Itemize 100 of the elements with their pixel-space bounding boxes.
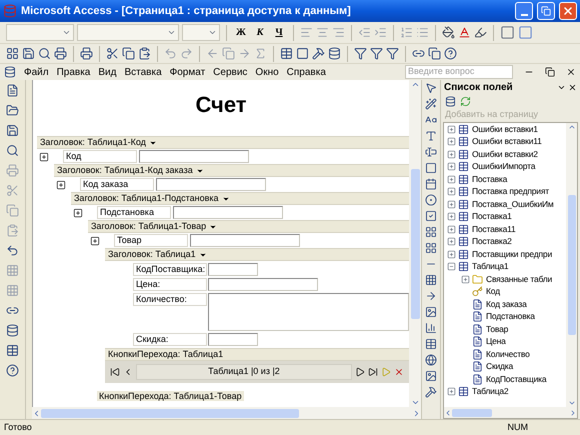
- tree-item[interactable]: Поставка1: [472, 210, 512, 224]
- input-field[interactable]: [208, 333, 258, 346]
- tree-item[interactable]: ОшибкиИмпорта: [472, 160, 536, 174]
- format-button[interactable]: Ж: [233, 24, 249, 40]
- search-icon[interactable]: [38, 47, 51, 60]
- input-field[interactable]: [156, 178, 266, 191]
- paste-icon[interactable]: [138, 47, 151, 60]
- format-button[interactable]: К: [252, 24, 268, 40]
- expand-icon[interactable]: [73, 208, 83, 218]
- filter-icon[interactable]: [370, 47, 383, 60]
- print-icon[interactable]: [54, 47, 67, 60]
- letter-icon[interactable]: [425, 130, 437, 142]
- tree-item[interactable]: Товар: [486, 322, 508, 336]
- last-record-icon[interactable]: [368, 367, 378, 377]
- input-field[interactable]: [208, 278, 318, 291]
- scroll-right-icon[interactable]: [412, 408, 421, 418]
- menu-item[interactable]: Справка: [286, 64, 326, 80]
- input-field[interactable]: [190, 234, 300, 247]
- expand-icon[interactable]: [90, 236, 100, 246]
- restore-button[interactable]: [537, 2, 555, 20]
- tree-item[interactable]: Поставка: [472, 172, 508, 186]
- spreadsheet-icon[interactable]: [425, 338, 437, 350]
- font-color-icon[interactable]: [458, 26, 471, 39]
- delete-record-icon[interactable]: [394, 367, 404, 377]
- pointer-icon[interactable]: [425, 82, 437, 94]
- tree-item[interactable]: Таблица2: [472, 385, 508, 398]
- tree-item[interactable]: Таблица1: [472, 260, 508, 274]
- tree-item[interactable]: Связанные табли: [486, 272, 552, 286]
- scroll-down-icon[interactable]: [410, 398, 420, 407]
- tree-item[interactable]: КодПоставщика: [486, 372, 546, 386]
- menu-item[interactable]: Вид: [98, 64, 116, 80]
- image-icon[interactable]: [425, 370, 437, 382]
- border-icon[interactable]: [500, 25, 515, 40]
- group-header[interactable]: Заголовок: Таблица1-Код заказа: [54, 164, 409, 177]
- input-field[interactable]: [208, 293, 409, 331]
- tree-item[interactable]: Поставка11: [472, 222, 516, 236]
- next-record-icon[interactable]: [355, 367, 365, 377]
- minimize-button[interactable]: [515, 2, 533, 20]
- calendar-icon[interactable]: [425, 178, 437, 190]
- radio-icon[interactable]: [425, 194, 437, 206]
- windows-icon[interactable]: [428, 47, 441, 60]
- table-icon[interactable]: [280, 47, 293, 60]
- cut-icon[interactable]: [106, 47, 119, 60]
- horizontal-scrollbar[interactable]: [32, 407, 421, 419]
- menu-item[interactable]: Файл: [24, 64, 49, 80]
- tree-item[interactable]: Поставщики предпри: [472, 248, 552, 261]
- view-icon[interactable]: [6, 47, 19, 60]
- tree-item[interactable]: Код: [486, 285, 500, 298]
- first-record-icon[interactable]: [110, 367, 120, 377]
- wand-icon[interactable]: [425, 98, 437, 110]
- group-header[interactable]: Заголовок: Таблица1-Код: [37, 136, 409, 149]
- tree-item[interactable]: Ошибки вставки1: [472, 123, 538, 136]
- hammer-icon[interactable]: [312, 47, 325, 60]
- menu-item[interactable]: Окно: [255, 64, 279, 80]
- close-icon[interactable]: [566, 67, 576, 77]
- database-icon[interactable]: [328, 47, 341, 60]
- menu-item[interactable]: Правка: [56, 64, 90, 80]
- chart-icon[interactable]: [425, 322, 437, 334]
- undo-icon[interactable]: [6, 244, 19, 257]
- database-icon[interactable]: [6, 324, 19, 337]
- hammer-icon[interactable]: [425, 386, 437, 398]
- scroll-left-icon[interactable]: [444, 408, 452, 416]
- border-icon[interactable]: [518, 25, 533, 40]
- input-field[interactable]: [208, 263, 258, 276]
- folder-icon[interactable]: [6, 104, 19, 117]
- filter-icon[interactable]: [354, 47, 367, 60]
- menu-item[interactable]: Вставка: [124, 64, 162, 80]
- scroll-right-icon[interactable]: [569, 408, 577, 416]
- grid-icon[interactable]: [425, 242, 437, 254]
- checkbox-icon[interactable]: [425, 210, 437, 222]
- format-button[interactable]: Ч: [271, 24, 287, 40]
- tree-item[interactable]: Ошибки вставки11: [472, 135, 542, 148]
- tree-item[interactable]: Количество: [486, 348, 530, 361]
- group-header[interactable]: Заголовок: Таблица1-Подстановка: [71, 192, 409, 205]
- group-header[interactable]: Заголовок: Таблица1: [105, 248, 409, 261]
- tree-item[interactable]: Подстановка: [486, 310, 535, 324]
- tree-item[interactable]: Код заказа: [486, 298, 527, 311]
- expand-icon[interactable]: [56, 180, 66, 190]
- tree-horizontal-scrollbar[interactable]: [444, 407, 577, 418]
- menu-item[interactable]: Формат: [170, 64, 206, 80]
- collapse-icon[interactable]: [447, 262, 456, 272]
- group-header[interactable]: Заголовок: Таблица1-Товар: [88, 220, 409, 233]
- close-button[interactable]: [559, 2, 577, 20]
- help-search-field[interactable]: Введите вопрос: [405, 65, 513, 79]
- scroll-up-icon[interactable]: [568, 123, 576, 131]
- text-box-icon[interactable]: [425, 146, 437, 158]
- table-icon[interactable]: [6, 344, 19, 357]
- save-icon[interactable]: [6, 124, 19, 137]
- scroll-up-icon[interactable]: [410, 80, 420, 89]
- copy-icon[interactable]: [122, 47, 135, 60]
- scroll-left-icon[interactable]: [32, 408, 41, 418]
- tree-item[interactable]: Ошибки вставки2: [472, 148, 538, 161]
- refresh-icon[interactable]: [460, 96, 471, 106]
- navigation-header[interactable]: КнопкиПерехода: Таблица1: [105, 348, 409, 361]
- square-icon[interactable]: [296, 47, 309, 60]
- grid-icon[interactable]: [425, 226, 437, 238]
- tree-item[interactable]: Поставка2: [472, 235, 512, 248]
- tree-scrollbar[interactable]: [566, 123, 577, 407]
- new-file-icon[interactable]: [6, 84, 19, 97]
- scroll-down-icon[interactable]: [568, 399, 576, 407]
